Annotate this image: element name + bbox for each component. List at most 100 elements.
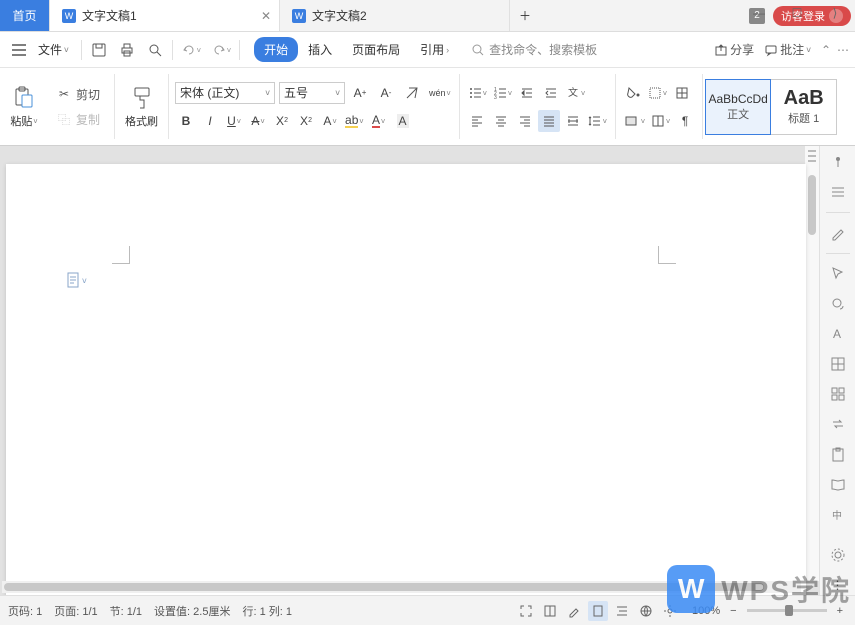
text-icon[interactable]: A bbox=[826, 324, 850, 344]
table-button[interactable] bbox=[671, 82, 693, 104]
file-menu[interactable]: 文件 ⅴ bbox=[32, 37, 75, 62]
marker-icon[interactable] bbox=[826, 152, 850, 172]
format-painter-button[interactable]: 格式刷 bbox=[121, 83, 162, 131]
bold-button[interactable]: B bbox=[175, 110, 197, 132]
status-position[interactable]: 设置值: 2.5厘米 bbox=[154, 603, 230, 619]
horizontal-scrollbar[interactable] bbox=[2, 581, 801, 593]
status-page-num[interactable]: 页码: 1 bbox=[8, 603, 42, 619]
extra-button[interactable]: ⟩ bbox=[821, 0, 849, 27]
web-view-button[interactable] bbox=[636, 601, 656, 621]
collapse-ribbon-icon[interactable]: ⌃ bbox=[821, 43, 831, 57]
maximize-button[interactable]: ☐ bbox=[783, 0, 811, 27]
more-menu-icon[interactable]: ⋯ bbox=[837, 43, 849, 57]
copy-button[interactable]: ⿻复制 bbox=[54, 109, 102, 130]
decrease-font-button[interactable]: A- bbox=[375, 82, 397, 104]
reading-icon[interactable] bbox=[826, 475, 850, 495]
show-marks-button[interactable]: ¶ bbox=[674, 110, 696, 132]
numbering-button[interactable]: 123ⅴ bbox=[491, 82, 514, 104]
print-preview-button[interactable] bbox=[144, 39, 166, 61]
document-tab-2[interactable]: W 文字文稿2 bbox=[280, 0, 510, 31]
undo-button[interactable]: ⅴ bbox=[179, 40, 203, 60]
borders2-button[interactable]: ⅴ bbox=[649, 110, 672, 132]
style-preview: AaBbCcDd bbox=[708, 92, 767, 106]
zoom-out-button[interactable]: − bbox=[726, 605, 740, 617]
page-view-button[interactable] bbox=[588, 601, 608, 621]
fullscreen-view-button[interactable] bbox=[516, 601, 536, 621]
increase-font-button[interactable]: A+ bbox=[349, 82, 371, 104]
close-tab-icon[interactable]: ✕ bbox=[261, 9, 271, 23]
align-center-button[interactable] bbox=[490, 110, 512, 132]
para-shading-button[interactable]: ⅴ bbox=[622, 110, 647, 132]
style-body[interactable]: AaBbCcDd 正文 bbox=[705, 79, 771, 135]
pinyin-button[interactable]: wénⅴ bbox=[427, 82, 453, 104]
proof-view-button[interactable] bbox=[660, 601, 680, 621]
document-tab-1[interactable]: W 文字文稿1 ✕ bbox=[50, 0, 280, 31]
command-search[interactable]: 查找命令、搜索模板 bbox=[471, 41, 597, 58]
status-line-col[interactable]: 行: 1 列: 1 bbox=[242, 603, 292, 619]
paste-button[interactable]: 粘贴ⅴ bbox=[6, 83, 42, 131]
outline-view-button[interactable] bbox=[612, 601, 632, 621]
text-direction-button[interactable]: 文ⅴ bbox=[564, 82, 587, 104]
settings-icon[interactable] bbox=[826, 545, 850, 565]
home-tab[interactable]: 首页 bbox=[0, 0, 50, 31]
zoom-value[interactable]: 100% bbox=[692, 605, 720, 617]
minimize-button[interactable]: — bbox=[745, 0, 773, 27]
clipboard-icon[interactable] bbox=[826, 445, 850, 465]
highlight-button[interactable]: abⅴ bbox=[343, 110, 366, 132]
font-color-button[interactable]: Aⅴ bbox=[368, 110, 390, 132]
page-options-handle[interactable]: ⅴ bbox=[66, 272, 87, 288]
search-sb-icon[interactable] bbox=[826, 294, 850, 314]
save-button[interactable] bbox=[88, 39, 110, 61]
increase-indent-button[interactable] bbox=[540, 82, 562, 104]
subscript-button[interactable]: X2 bbox=[295, 110, 317, 132]
add-tab-button[interactable]: ＋ bbox=[510, 0, 540, 31]
align-right-button[interactable] bbox=[514, 110, 536, 132]
tab-ref-label: 引用 bbox=[420, 41, 444, 58]
style-heading1[interactable]: AaB 标题 1 bbox=[771, 79, 837, 135]
status-section[interactable]: 节: 1/1 bbox=[110, 603, 142, 619]
strikethrough-button[interactable]: Aⅴ bbox=[247, 110, 269, 132]
shading-button[interactable] bbox=[622, 82, 644, 104]
align-left-button[interactable] bbox=[466, 110, 488, 132]
tab-start[interactable]: 开始 bbox=[254, 37, 298, 62]
replace-icon[interactable] bbox=[826, 414, 850, 434]
write-view-button[interactable] bbox=[564, 601, 584, 621]
pen-icon[interactable] bbox=[826, 223, 850, 243]
share-button[interactable]: 分享 bbox=[714, 41, 754, 58]
print-button[interactable] bbox=[116, 39, 138, 61]
borders-button[interactable]: ⅴ bbox=[646, 82, 669, 104]
reading-view-button[interactable] bbox=[540, 601, 560, 621]
translate-icon[interactable]: 中 bbox=[826, 505, 850, 525]
line-spacing-button[interactable]: ⅴ bbox=[586, 110, 609, 132]
vertical-ruler[interactable] bbox=[805, 146, 819, 581]
tab-references[interactable]: 引用 › bbox=[410, 37, 459, 62]
select-icon[interactable] bbox=[826, 264, 850, 284]
more-sb-icon[interactable]: ⋮ bbox=[826, 575, 850, 595]
underline-button[interactable]: Uⅴ bbox=[223, 110, 245, 132]
zoom-slider[interactable] bbox=[747, 609, 827, 612]
page[interactable]: ⅴ bbox=[6, 164, 806, 595]
distribute-button[interactable] bbox=[562, 110, 584, 132]
comment-button[interactable]: 批注 ⅴ bbox=[764, 41, 811, 58]
change-case-button[interactable]: Aⅴ bbox=[319, 110, 341, 132]
decrease-indent-button[interactable] bbox=[516, 82, 538, 104]
layers-icon[interactable] bbox=[826, 182, 850, 202]
hamburger-menu[interactable] bbox=[6, 40, 32, 60]
svg-text:中: 中 bbox=[832, 509, 842, 522]
grid-icon[interactable] bbox=[826, 354, 850, 374]
char-shading-button[interactable]: A bbox=[392, 110, 414, 132]
shapes-icon[interactable] bbox=[826, 384, 850, 404]
cut-button[interactable]: ✂剪切 bbox=[54, 84, 102, 105]
superscript-button[interactable]: X2 bbox=[271, 110, 293, 132]
zoom-in-button[interactable]: + bbox=[833, 605, 847, 617]
redo-button[interactable]: ⅴ bbox=[209, 40, 233, 60]
tab-insert[interactable]: 插入 bbox=[298, 37, 342, 62]
tab-layout[interactable]: 页面布局 bbox=[342, 37, 410, 62]
status-page-of[interactable]: 页面: 1/1 bbox=[54, 603, 97, 619]
clear-format-button[interactable] bbox=[401, 82, 423, 104]
bullets-button[interactable]: ⅴ bbox=[466, 82, 489, 104]
italic-button[interactable]: I bbox=[199, 110, 221, 132]
font-size-combo[interactable]: 五号ⅴ bbox=[279, 82, 345, 104]
font-name-combo[interactable]: 宋体 (正文)ⅴ bbox=[175, 82, 275, 104]
align-justify-button[interactable] bbox=[538, 110, 560, 132]
